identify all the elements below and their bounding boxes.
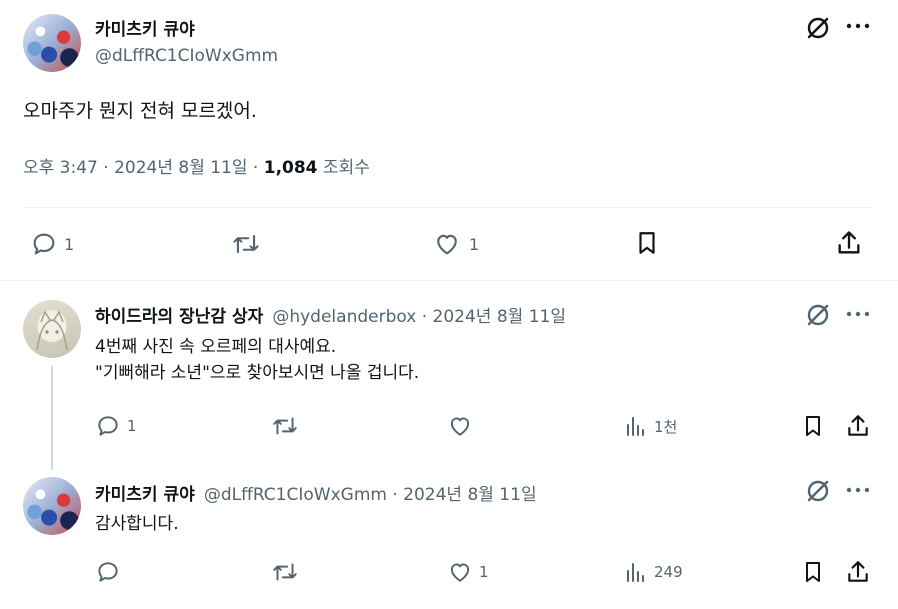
share-icon bbox=[848, 561, 868, 582]
reply-author-avatar[interactable] bbox=[23, 300, 81, 358]
reply-button[interactable]: 1 bbox=[30, 230, 74, 258]
like-button[interactable]: 1 bbox=[447, 559, 489, 585]
reply-header: 하이드라의 장난감 상자 @hydelanderbox · 2024년 8월 1… bbox=[95, 302, 566, 327]
reply-header: 카미츠키 큐야 @dLffRC1CIoWxGmm · 2024년 8월 11일 bbox=[95, 480, 537, 505]
reply-author-name[interactable]: 카미츠키 큐야 bbox=[95, 485, 195, 505]
reply-icon bbox=[98, 562, 118, 582]
reply-count: 1 bbox=[64, 234, 75, 254]
reply-author-handle[interactable]: @hydelanderbox · 2024년 8월 11일 bbox=[272, 307, 566, 327]
grok-icon[interactable] bbox=[805, 302, 831, 328]
like-button[interactable]: 1 bbox=[433, 230, 479, 258]
views-count: 1,084 bbox=[263, 158, 318, 178]
share-button[interactable] bbox=[835, 229, 863, 257]
reply-button[interactable] bbox=[95, 559, 121, 585]
tweet-time[interactable]: 오후 3:47 · 2024년 8월 11일 · bbox=[23, 158, 264, 178]
tweet-text: 오마주가 뭔지 전혀 모르겠어. bbox=[23, 100, 257, 122]
like-icon bbox=[450, 417, 470, 436]
bookmark-button[interactable] bbox=[801, 559, 825, 585]
views-icon bbox=[627, 563, 644, 582]
thread-line bbox=[51, 366, 53, 470]
bookmark-button[interactable] bbox=[801, 413, 825, 439]
retweet-icon bbox=[273, 417, 297, 435]
reply-button[interactable]: 1 bbox=[95, 413, 137, 439]
grok-icon[interactable] bbox=[805, 478, 831, 504]
more-icon[interactable] bbox=[846, 486, 870, 494]
share-icon bbox=[848, 415, 868, 436]
retweet-icon bbox=[233, 234, 259, 254]
views-button[interactable]: 1천 bbox=[624, 413, 677, 439]
like-icon bbox=[437, 234, 457, 255]
tweet-meta: 오후 3:47 · 2024년 8월 11일 · 1,084 조회수 bbox=[23, 153, 370, 178]
bookmark-icon bbox=[639, 232, 655, 254]
reply-count: 1 bbox=[127, 417, 137, 435]
more-icon[interactable] bbox=[846, 22, 870, 30]
reply-author-avatar[interactable] bbox=[23, 477, 81, 535]
share-button[interactable] bbox=[845, 559, 871, 585]
reply-text: 4번째 사진 속 오르페의 대사예요. "기뻐해라 소년"으로 찾아보시면 나올… bbox=[95, 334, 419, 387]
bookmark-icon bbox=[806, 562, 820, 582]
share-button[interactable] bbox=[845, 413, 871, 439]
views-count: 249 bbox=[654, 563, 683, 581]
retweet-button[interactable] bbox=[231, 230, 267, 258]
views-label: 조회수 bbox=[317, 158, 370, 178]
retweet-button[interactable] bbox=[271, 559, 299, 585]
bookmark-button[interactable] bbox=[634, 229, 660, 257]
like-count: 1 bbox=[469, 234, 480, 254]
like-count: 1 bbox=[479, 563, 489, 581]
views-button[interactable]: 249 bbox=[624, 559, 683, 585]
share-icon bbox=[838, 231, 860, 254]
like-icon bbox=[450, 563, 470, 582]
views-icon bbox=[627, 417, 644, 436]
reply-author-name[interactable]: 하이드라의 장난감 상자 bbox=[95, 307, 263, 327]
more-icon[interactable] bbox=[846, 310, 870, 318]
retweet-icon bbox=[273, 563, 297, 581]
author-name[interactable]: 카미츠키 큐야 bbox=[95, 15, 195, 40]
divider bbox=[0, 280, 898, 281]
reply-text-line: 감사합니다. bbox=[95, 514, 179, 534]
grok-icon[interactable] bbox=[805, 15, 831, 41]
reply-icon bbox=[98, 416, 118, 436]
author-handle[interactable]: @dLffRC1CIoWxGmm bbox=[95, 46, 278, 66]
reply-text: 감사합니다. bbox=[95, 511, 179, 537]
reply-author-handle[interactable]: @dLffRC1CIoWxGmm · 2024년 8월 11일 bbox=[204, 485, 537, 505]
retweet-button[interactable] bbox=[271, 413, 299, 439]
divider bbox=[23, 207, 873, 208]
views-count: 1천 bbox=[654, 417, 678, 436]
reply-text-line: 4번째 사진 속 오르페의 대사예요. bbox=[95, 337, 337, 357]
bookmark-icon bbox=[806, 416, 820, 436]
like-button[interactable] bbox=[447, 413, 473, 439]
author-avatar[interactable] bbox=[23, 14, 81, 72]
reply-icon bbox=[33, 233, 55, 255]
reply-text-line: "기뻐해라 소년"으로 찾아보시면 나올 겁니다. bbox=[95, 363, 420, 384]
